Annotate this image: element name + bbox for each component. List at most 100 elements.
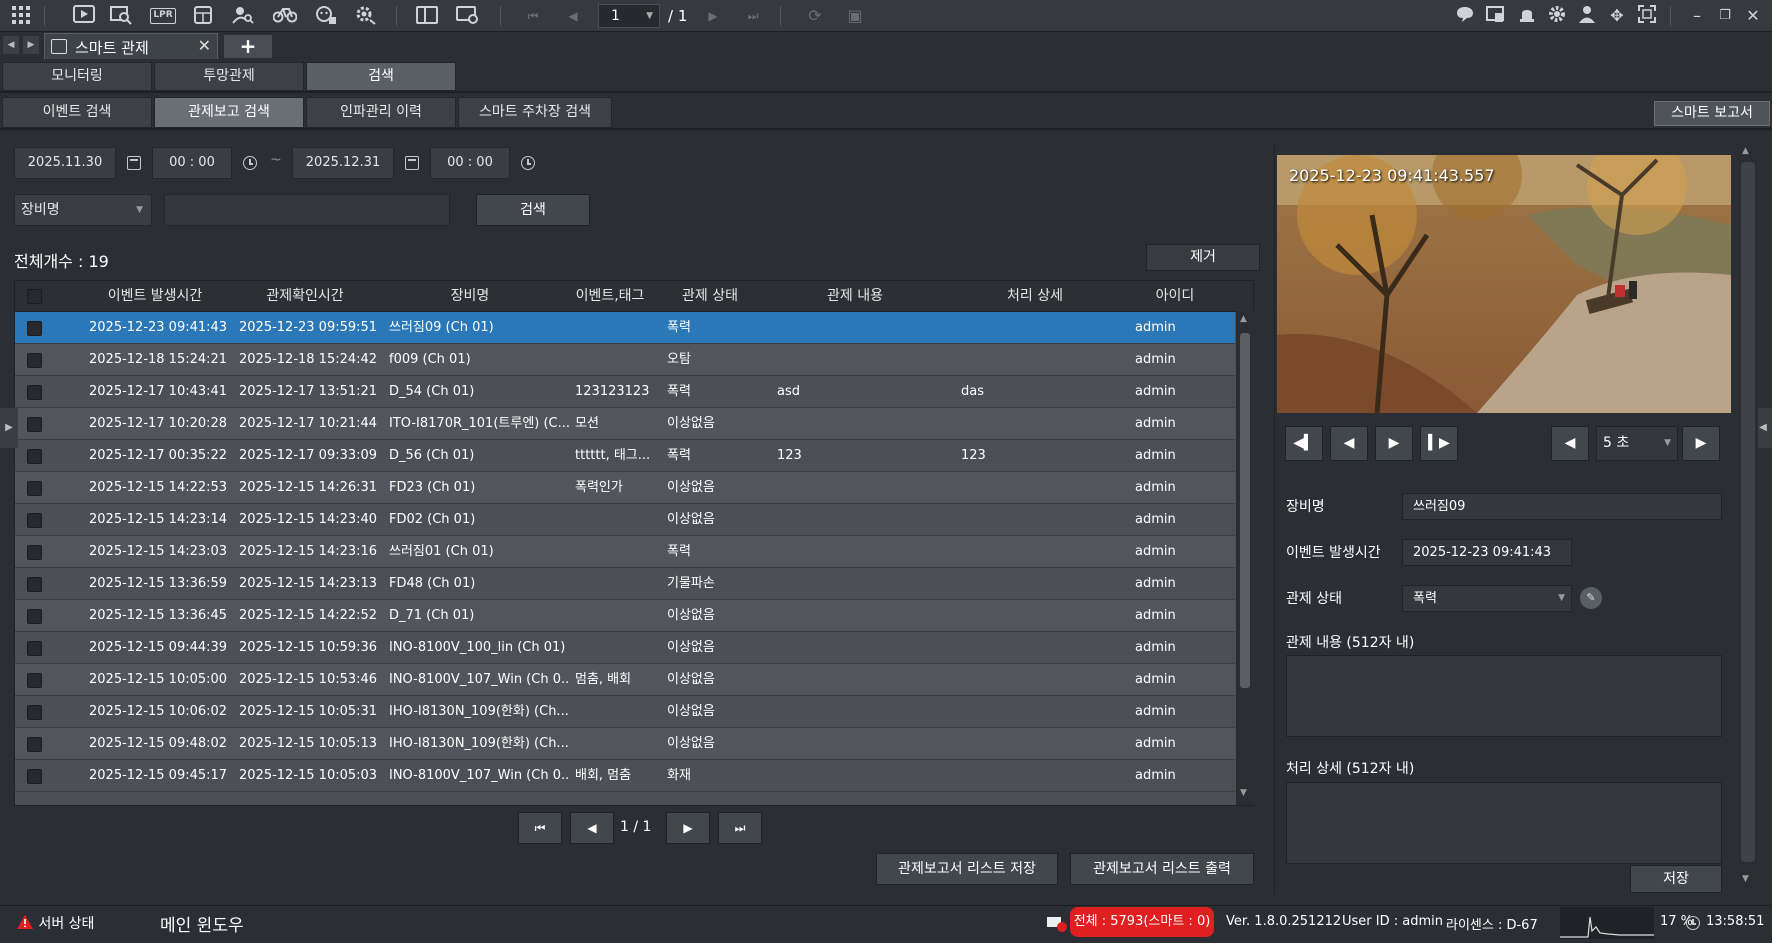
table-row[interactable]: 2025-12-15 14:23:03 2025-12-15 14:23:16 쓰러…: [15, 536, 1235, 568]
video-play-icon[interactable]: [72, 5, 96, 27]
table-row[interactable]: 2025-12-15 09:44:39 2025-12-15 10:59:36 IN…: [15, 632, 1235, 664]
next-page-button[interactable]: ▶: [666, 812, 710, 844]
table-row[interactable]: 2025-12-15 10:06:02 2025-12-15 10:05:31 IH…: [15, 696, 1235, 728]
tab-event-search[interactable]: 이벤트 검색: [2, 97, 152, 128]
settings-search-icon[interactable]: [354, 5, 378, 27]
smart-report-button[interactable]: 스마트 보고서: [1654, 101, 1770, 126]
table-row[interactable]: 2025-12-15 09:45:17 2025-12-15 10:05:03 IN…: [15, 760, 1235, 792]
refresh-screen-icon[interactable]: ⟳: [804, 5, 826, 27]
table-row[interactable]: 2025-12-23 09:41:43 2025-12-23 09:59:51 쓰러…: [15, 312, 1235, 344]
tab-crowd-history[interactable]: 인파관리 이력: [306, 97, 456, 128]
col-event-tag[interactable]: 이벤트,태그: [555, 281, 665, 312]
table-row[interactable]: 2025-12-17 10:43:41 2025-12-17 13:51:21 D_…: [15, 376, 1235, 408]
start-time-field[interactable]: 00 : 00: [152, 147, 232, 179]
scrollbar-thumb[interactable]: [1741, 162, 1755, 862]
col-detail[interactable]: 처리 상세: [955, 281, 1115, 312]
seconds-increase-button[interactable]: ▶: [1682, 426, 1720, 461]
start-date-field[interactable]: 2025.11.30: [14, 147, 116, 179]
col-status[interactable]: 관제 상태: [665, 281, 755, 312]
prev-page-button[interactable]: ◀: [570, 812, 614, 844]
select-all-checkbox[interactable]: [27, 289, 42, 304]
remove-button[interactable]: 제거: [1146, 244, 1260, 271]
row-checkbox[interactable]: [27, 577, 42, 592]
table-row[interactable]: 2025-12-15 13:36:59 2025-12-15 14:23:13 FD…: [15, 568, 1235, 600]
row-checkbox[interactable]: [27, 417, 42, 432]
total-event-badge[interactable]: 전체 : 5793(스마트 : 0): [1070, 907, 1214, 937]
end-time-field[interactable]: 00 : 00: [430, 147, 510, 179]
grid-menu-icon[interactable]: [10, 5, 32, 27]
col-device[interactable]: 장비명: [395, 281, 545, 312]
search-button[interactable]: 검색: [476, 194, 590, 226]
table-row[interactable]: 2025-12-15 09:48:02 2025-12-15 10:05:13 IH…: [15, 728, 1235, 760]
col-content[interactable]: 관제 내용: [775, 281, 935, 312]
row-checkbox[interactable]: [27, 705, 42, 720]
alarm-icon[interactable]: [1516, 5, 1538, 27]
save-report-list-button[interactable]: 관제보고서 리스트 저장: [876, 853, 1058, 885]
pin-icon[interactable]: ✎: [1580, 587, 1602, 609]
row-checkbox[interactable]: [27, 609, 42, 624]
table-row[interactable]: 2025-12-15 14:22:53 2025-12-15 14:26:31 FD…: [15, 472, 1235, 504]
col-user-id[interactable]: 아이디: [1135, 281, 1215, 312]
prev-page-icon[interactable]: ◀: [562, 5, 584, 27]
calendar-icon[interactable]: [127, 156, 141, 170]
table-row[interactable]: 2025-12-15 10:05:00 2025-12-15 10:53:46 IN…: [15, 664, 1235, 696]
row-checkbox[interactable]: [27, 641, 42, 656]
search-video-icon[interactable]: [110, 5, 132, 27]
clock-icon[interactable]: [521, 156, 535, 170]
table-row[interactable]: 2025-12-18 15:24:21 2025-12-18 15:24:42 f0…: [15, 344, 1235, 376]
clock-icon[interactable]: [243, 156, 257, 170]
table-row[interactable]: 2025-12-15 14:23:14 2025-12-15 14:23:40 FD…: [15, 504, 1235, 536]
print-report-list-button[interactable]: 관제보고서 리스트 출력: [1070, 853, 1254, 885]
row-checkbox[interactable]: [27, 449, 42, 464]
add-tab-button[interactable]: +: [224, 35, 272, 58]
person-search-icon[interactable]: [232, 5, 254, 27]
table-row[interactable]: 2025-12-15 13:36:45 2025-12-15 14:22:52 D_…: [15, 600, 1235, 632]
tab-monitoring[interactable]: 모니터링: [2, 62, 152, 91]
move-icon[interactable]: ✥: [1606, 5, 1628, 27]
close-icon[interactable]: ✕: [1742, 5, 1764, 27]
row-checkbox[interactable]: [27, 513, 42, 528]
detail-textarea[interactable]: [1286, 782, 1722, 864]
restore-icon[interactable]: ❐: [1714, 5, 1736, 27]
lpr-icon[interactable]: LPR: [150, 5, 176, 27]
row-checkbox[interactable]: [27, 321, 42, 336]
scroll-down-icon[interactable]: ▼: [1742, 874, 1749, 884]
last-page-button[interactable]: ⏭: [718, 812, 762, 844]
page-number-select[interactable]: 1 ▼: [598, 4, 660, 28]
capture-icon[interactable]: ▣: [844, 5, 866, 27]
scroll-up-icon[interactable]: ▲: [1240, 314, 1247, 324]
table-row[interactable]: 2025-12-17 10:20:28 2025-12-17 10:21:44 IT…: [15, 408, 1235, 440]
tab-scroll-left-icon[interactable]: ◀: [3, 36, 19, 54]
first-page-button[interactable]: ⏮: [518, 812, 562, 844]
content-textarea[interactable]: [1286, 655, 1722, 737]
rewind-button[interactable]: ◀: [1330, 426, 1368, 461]
tab-smart-parking-search[interactable]: 스마트 주차장 검색: [458, 97, 612, 128]
last-page-icon[interactable]: ⏭: [742, 5, 764, 27]
row-checkbox[interactable]: [27, 673, 42, 688]
message-icon[interactable]: [1484, 5, 1506, 27]
row-checkbox[interactable]: [27, 737, 42, 752]
bicycle-icon[interactable]: [272, 5, 298, 27]
fullscreen-icon[interactable]: [1636, 5, 1658, 27]
row-checkbox[interactable]: [27, 545, 42, 560]
seconds-select[interactable]: 5 초 ▼: [1596, 426, 1678, 461]
face-icon[interactable]: [314, 5, 338, 27]
next-frame-button[interactable]: ▍▶: [1420, 426, 1458, 461]
server-status[interactable]: 서버 상태: [16, 913, 94, 933]
device-filter-select[interactable]: 장비명 ▼: [14, 194, 152, 226]
chat-icon[interactable]: [1454, 5, 1476, 27]
calendar-icon[interactable]: [405, 156, 419, 170]
gear-icon[interactable]: [1546, 5, 1568, 27]
event-video-frame[interactable]: [1277, 155, 1731, 413]
seconds-decrease-button[interactable]: ◀: [1551, 426, 1589, 461]
row-checkbox[interactable]: [27, 353, 42, 368]
col-event-time[interactable]: 이벤트 발생시간: [85, 281, 225, 312]
tab-net-control[interactable]: 투망관제: [154, 62, 304, 91]
prev-frame-button[interactable]: ◀▍: [1285, 426, 1323, 461]
tab-scroll-right-icon[interactable]: ▶: [23, 36, 39, 54]
minimize-icon[interactable]: –: [1686, 5, 1708, 27]
play-button[interactable]: ▶: [1375, 426, 1413, 461]
tab-smart-control[interactable]: 스마트 관제 ✕: [44, 33, 218, 59]
tab-search[interactable]: 검색: [306, 62, 456, 91]
monitor-settings-icon[interactable]: [454, 5, 480, 27]
